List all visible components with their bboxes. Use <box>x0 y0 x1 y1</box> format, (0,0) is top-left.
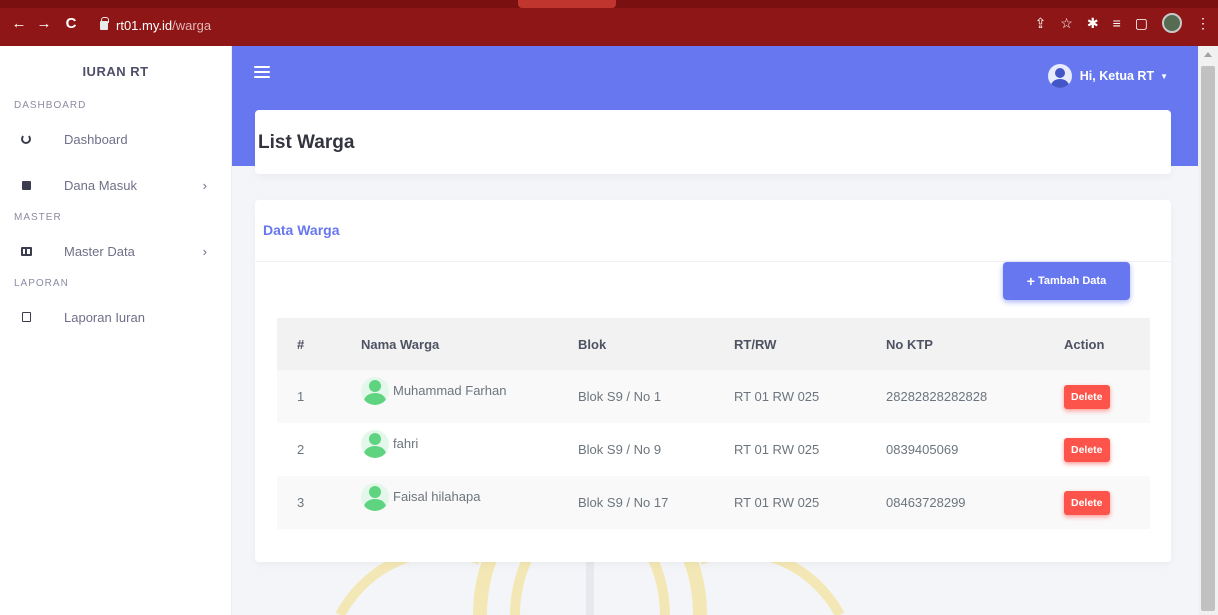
add-data-label: Tambah Data <box>1037 275 1107 287</box>
scrollbar-thumb[interactable] <box>1201 66 1215 611</box>
forward-icon[interactable]: → <box>33 15 55 32</box>
plus-icon: + <box>1026 273 1035 289</box>
row-action-cell: Delete <box>1064 370 1150 423</box>
row-rtrw: RT 01 RW 025 <box>734 442 820 457</box>
extensions-icon[interactable]: ✱ <box>1087 15 1099 32</box>
user-avatar-icon <box>1047 64 1072 88</box>
sidebar-item-dashboard[interactable]: Dashboard <box>0 116 231 162</box>
share-icon[interactable]: ⇪ <box>1035 15 1047 32</box>
sidebar-item-master-data[interactable]: Master Data › <box>0 228 231 274</box>
table-header-row: # Nama Warga Blok RT/RW No KTP Action <box>277 318 1150 370</box>
row-name: Muhammad Farhan <box>393 383 507 398</box>
caret-down-icon: ▼ <box>1160 71 1168 81</box>
playlist-icon[interactable]: ≡ <box>1113 15 1121 31</box>
row-number: 3 <box>297 495 305 510</box>
row-blok: Blok S9 / No 17 <box>578 495 669 510</box>
sidebar-item-label: Master Data <box>64 243 135 259</box>
back-icon[interactable]: ← <box>8 15 30 32</box>
table-row: 3 Faisal hilahapa Blok S9 / No 17 RT 01 … <box>277 476 1150 529</box>
column-header-action: Action <box>1064 336 1105 352</box>
sidebar-item-label: Dana Masuk <box>64 177 137 193</box>
row-number: 2 <box>297 442 305 457</box>
sidebar-item-label: Laporan Iuran <box>64 309 145 325</box>
page-scrollbar[interactable] <box>1198 46 1218 615</box>
chevron-right-icon: › <box>202 177 207 193</box>
row-ktp: 08463728299 <box>886 495 966 510</box>
add-data-button[interactable]: + Tambah Data <box>1003 262 1130 300</box>
active-tab-indicator[interactable] <box>518 0 616 8</box>
data-warga-card: Data Warga + Tambah Data # Nama Warga Bl… <box>255 200 1171 562</box>
profile-avatar[interactable] <box>1162 13 1182 33</box>
star-icon[interactable]: ☆ <box>1060 15 1073 32</box>
sidebar-section-laporan: LAPORAN <box>14 278 69 289</box>
warga-table: # Nama Warga Blok RT/RW No KTP Action 1 … <box>277 318 1150 529</box>
browser-toolbar: ← → C rt01.my.id/warga ⇪ ☆ ✱ ≡ ▢ ⋮ <box>0 0 1218 46</box>
sidepanel-icon[interactable]: ▢ <box>1135 15 1148 32</box>
column-header-ktp[interactable]: No KTP <box>886 318 1064 370</box>
chevron-right-icon: › <box>202 243 207 259</box>
card-title: Data Warga <box>263 222 340 238</box>
hamburger-menu-icon[interactable] <box>254 66 270 78</box>
person-avatar-icon <box>361 376 389 405</box>
url-path: /warga <box>172 17 212 33</box>
row-name: fahri <box>393 436 419 451</box>
sidebar-item-label: Dashboard <box>64 131 128 147</box>
square-icon <box>18 180 34 190</box>
person-avatar-icon <box>361 429 389 458</box>
address-bar[interactable]: rt01.my.id/warga <box>100 14 230 36</box>
delete-button[interactable]: Delete <box>1064 384 1110 409</box>
url-host: rt01.my.id <box>116 17 173 33</box>
user-dropdown[interactable]: Hi, Ketua RT ▼ <box>1047 64 1168 88</box>
page-title: List Warga <box>258 132 355 153</box>
square-outline-icon <box>18 312 34 322</box>
sidebar: IURAN RT DASHBOARD Dashboard Dana Masuk … <box>0 46 232 615</box>
sidebar-item-dana-masuk[interactable]: Dana Masuk › <box>0 162 231 208</box>
row-ktp: 28282828282828 <box>886 389 988 404</box>
gauge-icon <box>18 134 34 144</box>
row-name: Faisal hilahapa <box>393 489 481 504</box>
table-row: 1 Muhammad Farhan Blok S9 / No 1 RT 01 R… <box>277 370 1150 423</box>
column-header-nama[interactable]: Nama Warga <box>361 318 578 370</box>
page-header-card: List Warga <box>255 110 1171 174</box>
row-blok: Blok S9 / No 9 <box>578 442 662 457</box>
reload-icon[interactable]: C <box>60 15 82 32</box>
sidebar-section-master: MASTER <box>14 212 62 223</box>
column-header-number[interactable]: # <box>277 318 361 370</box>
row-number: 1 <box>297 389 305 404</box>
row-blok: Blok S9 / No 1 <box>578 389 662 404</box>
row-rtrw: RT 01 RW 025 <box>734 495 820 510</box>
row-name-cell: Faisal hilahapa <box>361 476 578 529</box>
sidebar-brand[interactable]: IURAN RT <box>0 46 231 96</box>
delete-button[interactable]: Delete <box>1064 437 1110 462</box>
menu-icon[interactable]: ⋮ <box>1196 15 1210 32</box>
sidebar-section-dashboard: DASHBOARD <box>14 100 87 111</box>
lock-icon <box>100 16 109 30</box>
row-rtrw: RT 01 RW 025 <box>734 389 820 404</box>
column-header-blok[interactable]: Blok <box>578 318 734 370</box>
row-name-cell: Muhammad Farhan <box>361 370 578 423</box>
row-action-cell: Delete <box>1064 423 1150 476</box>
row-action-cell: Delete <box>1064 476 1150 529</box>
person-avatar-icon <box>361 482 389 511</box>
scroll-up-icon[interactable] <box>1204 52 1212 57</box>
row-name-cell: fahri <box>361 423 578 476</box>
sidebar-item-laporan-iuran[interactable]: Laporan Iuran <box>0 294 231 340</box>
columns-icon <box>18 246 34 256</box>
row-ktp: 0839405069 <box>886 442 959 457</box>
table-row: 2 fahri Blok S9 / No 9 RT 01 RW 025 0839… <box>277 423 1150 476</box>
browser-actions: ⇪ ☆ ✱ ≡ ▢ ⋮ <box>1035 13 1210 33</box>
user-greeting: Hi, Ketua RT <box>1079 69 1155 83</box>
delete-button[interactable]: Delete <box>1064 490 1110 515</box>
column-header-rtrw[interactable]: RT/RW <box>734 318 886 370</box>
